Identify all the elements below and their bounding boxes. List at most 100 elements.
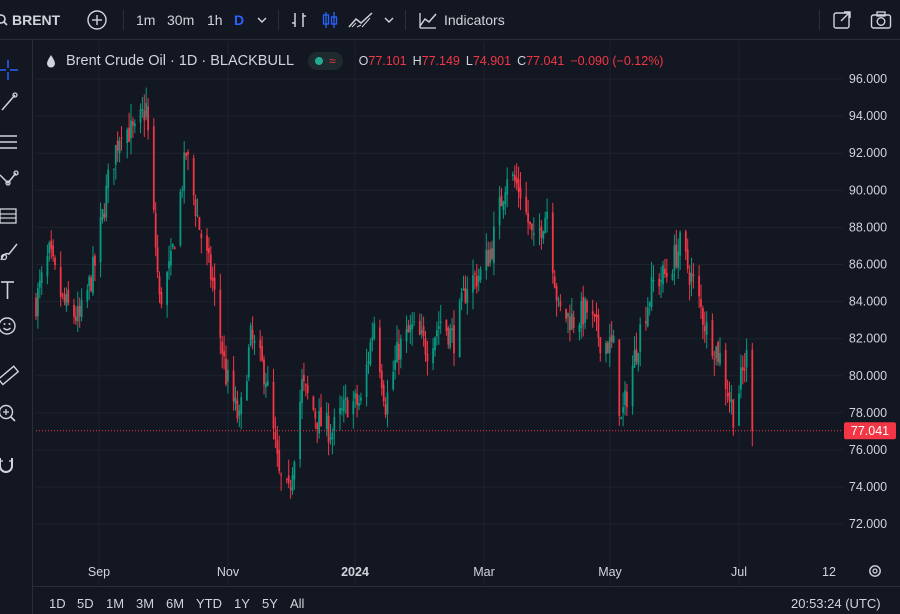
drawing-toolbar [0, 40, 33, 614]
utc-clock[interactable]: 20:53:24 (UTC) [791, 596, 881, 611]
candle-body [234, 397, 237, 404]
candle-body [646, 307, 649, 327]
symbol-search[interactable]: BRENT [0, 0, 60, 40]
candle-body [591, 311, 594, 315]
candle-body [475, 275, 478, 287]
horizontal-lines-icon[interactable] [0, 130, 20, 154]
candle-body [439, 321, 442, 324]
compare-button[interactable] [86, 0, 108, 40]
fullscreen-button[interactable] [832, 0, 852, 40]
zoom-in-icon[interactable] [0, 402, 20, 426]
candle-body [196, 215, 199, 217]
ohlc-change: −0.090 (−0.12%) [570, 54, 664, 68]
candle-body [63, 294, 66, 302]
pattern-icon[interactable] [0, 167, 20, 191]
candle-body [61, 293, 64, 295]
candle-body [285, 479, 288, 481]
bars-icon [292, 13, 306, 27]
time-tick-label: Nov [217, 565, 240, 579]
range-all[interactable]: All [290, 596, 304, 611]
fib-icon[interactable] [0, 204, 20, 228]
range-5d[interactable]: 5D [77, 596, 94, 611]
candle-body [578, 325, 581, 333]
candle-body [92, 256, 94, 294]
candle-body [320, 407, 322, 427]
range-1m[interactable]: 1M [106, 596, 124, 611]
interval-1m[interactable]: 1m [136, 0, 155, 40]
candle-body [289, 487, 292, 490]
candle-body [147, 106, 149, 131]
candle-body [318, 411, 320, 434]
candle-body [605, 342, 607, 355]
crosshair-icon[interactable] [0, 58, 20, 82]
range-6m[interactable]: 6M [166, 596, 184, 611]
price-tick-label: 88.000 [849, 220, 887, 234]
candle-body [185, 153, 187, 157]
chart-type-dropdown[interactable] [383, 0, 395, 40]
magnet-icon[interactable] [0, 452, 20, 476]
price-chart[interactable]: 96.000 94.000 92.000 90.000 88.000 86.000 84.0… [0, 0, 900, 614]
brush-icon[interactable] [0, 240, 20, 264]
candle-body [610, 335, 613, 342]
candle-body [637, 353, 640, 365]
candle-body [570, 313, 573, 330]
market-status-toggle[interactable]: ≈ [308, 52, 343, 70]
range-1y[interactable]: 1Y [234, 596, 250, 611]
candle-body [411, 324, 414, 330]
candle-body [145, 102, 148, 117]
candle-body [434, 337, 436, 351]
trend-line-icon[interactable] [0, 90, 20, 114]
interval-1h[interactable]: 1h [207, 0, 223, 40]
candle-body [192, 158, 195, 196]
candle-body [48, 242, 51, 254]
candle-body [287, 475, 290, 484]
candle-body [299, 401, 301, 460]
range-3m[interactable]: 3M [136, 596, 154, 611]
price-tick-label: 96.000 [849, 72, 887, 86]
candle-body [213, 277, 216, 290]
candle-body [426, 353, 429, 362]
bottom-toolbar [33, 586, 900, 614]
candle-body [398, 343, 400, 360]
candle-body [143, 110, 146, 121]
candle-body [652, 280, 655, 282]
candle-body [272, 381, 275, 429]
candle-body [715, 346, 718, 359]
candle-body [711, 320, 714, 357]
indicators-button[interactable]: Indicators [418, 0, 505, 40]
candle-body [447, 327, 450, 345]
snapshot-button[interactable] [870, 0, 892, 40]
candle-body [437, 326, 440, 329]
bar-style-button[interactable] [290, 0, 308, 40]
candle-body [569, 316, 571, 331]
emoji-icon[interactable] [0, 314, 20, 338]
candle-body [586, 301, 588, 313]
interval-dropdown[interactable] [256, 0, 268, 40]
text-icon[interactable] [0, 278, 20, 302]
candle-body [624, 390, 626, 406]
candle-body [291, 475, 294, 492]
interval-30m[interactable]: 30m [167, 0, 194, 40]
range-1d[interactable]: 1D [49, 596, 66, 611]
candle-body [662, 265, 664, 285]
candle-body [327, 415, 330, 443]
candle-body [671, 273, 674, 280]
candle-body [158, 276, 161, 295]
candle-body [59, 266, 62, 298]
candle-body [99, 217, 102, 263]
candle-body [103, 213, 106, 218]
chevron-down-icon [257, 17, 267, 23]
candle-body [500, 195, 503, 207]
interval-d[interactable]: D [234, 0, 244, 40]
range-ytd[interactable]: YTD [196, 596, 222, 611]
area-style-button[interactable] [348, 0, 374, 40]
candle-body [293, 461, 296, 480]
ruler-icon[interactable] [0, 363, 20, 387]
range-5y[interactable]: 5Y [262, 596, 278, 611]
price-tick-label: 76.000 [849, 443, 887, 457]
droplet-icon [47, 55, 55, 68]
candle-body [236, 400, 239, 419]
candle-body [513, 175, 516, 181]
candles-style-button[interactable] [320, 0, 340, 40]
candle-body [166, 272, 168, 305]
